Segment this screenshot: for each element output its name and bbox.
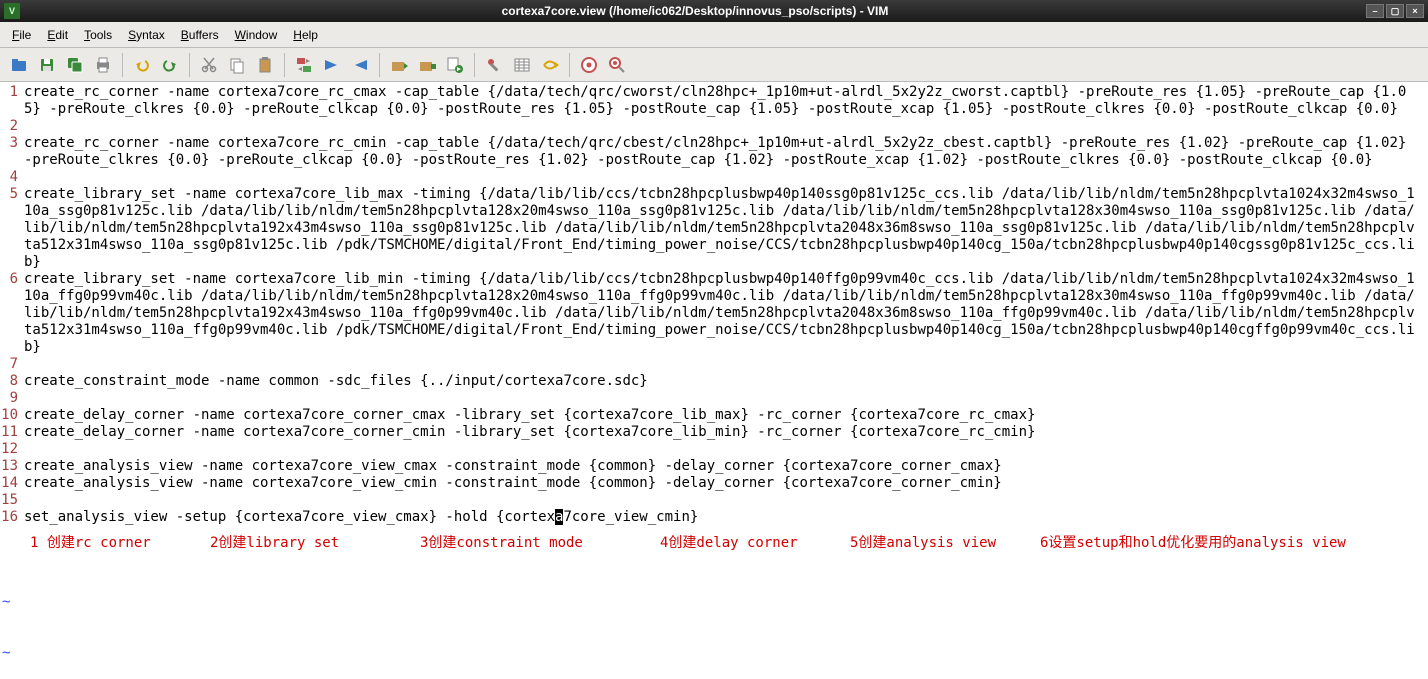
annotations-row: 1 创建rc corner 2创建library set 3创建constrai…: [0, 526, 1428, 558]
code-line[interactable]: 7: [0, 356, 1428, 373]
line-number: 14: [0, 475, 24, 492]
cut-icon[interactable]: [196, 52, 222, 78]
copy-icon[interactable]: [224, 52, 250, 78]
line-number: 15: [0, 492, 24, 509]
annotation-2: 2创建library set: [210, 532, 420, 552]
vim-app-icon: V: [4, 3, 20, 19]
code-text[interactable]: create_rc_corner -name cortexa7core_rc_c…: [24, 135, 1422, 169]
code-line[interactable]: 6create_library_set -name cortexa7core_l…: [0, 271, 1428, 356]
code-line[interactable]: 13create_analysis_view -name cortexa7cor…: [0, 458, 1428, 475]
findprev-icon[interactable]: [347, 52, 373, 78]
code-line[interactable]: 8create_constraint_mode -name common -sd…: [0, 373, 1428, 390]
toolbar-separator: [284, 53, 285, 77]
toolbar-separator: [569, 53, 570, 77]
window-titlebar: V cortexa7core.view (/home/ic062/Desktop…: [0, 0, 1428, 22]
line-number: 5: [0, 186, 24, 203]
code-line[interactable]: 15: [0, 492, 1428, 509]
tilde-marker: ~: [0, 645, 10, 661]
toolbar: [0, 48, 1428, 82]
code-line[interactable]: 1create_rc_corner -name cortexa7core_rc_…: [0, 84, 1428, 118]
menu-window[interactable]: Window: [229, 26, 284, 44]
line-number: 8: [0, 373, 24, 390]
annotation-3: 3创建constraint mode: [420, 532, 660, 552]
code-line[interactable]: 3create_rc_corner -name cortexa7core_rc_…: [0, 135, 1428, 169]
line-number: 13: [0, 458, 24, 475]
close-button[interactable]: ×: [1406, 4, 1424, 18]
editor-area[interactable]: 1create_rc_corner -name cortexa7core_rc_…: [0, 82, 1428, 526]
line-number: 3: [0, 135, 24, 152]
session-save-icon[interactable]: [414, 52, 440, 78]
code-line[interactable]: 5create_library_set -name cortexa7core_l…: [0, 186, 1428, 271]
annotation-6: 6设置setup和hold优化要用的analysis view: [1040, 532, 1346, 552]
findnext-icon[interactable]: [319, 52, 345, 78]
code-text[interactable]: set_analysis_view -setup {cortexa7core_v…: [24, 509, 1422, 526]
code-text[interactable]: create_library_set -name cortexa7core_li…: [24, 186, 1422, 271]
toolbar-separator: [474, 53, 475, 77]
menu-edit[interactable]: Edit: [41, 26, 74, 44]
code-line[interactable]: 16set_analysis_view -setup {cortexa7core…: [0, 509, 1428, 526]
line-number: 16: [0, 509, 24, 526]
menubar: File Edit Tools Syntax Buffers Window He…: [0, 22, 1428, 48]
menu-buffers[interactable]: Buffers: [175, 26, 225, 44]
line-number: 2: [0, 118, 24, 135]
findhelp-icon[interactable]: [604, 52, 630, 78]
menu-syntax[interactable]: Syntax: [122, 26, 171, 44]
run-script-icon[interactable]: [442, 52, 468, 78]
code-line[interactable]: 4: [0, 169, 1428, 186]
ctags-icon[interactable]: [537, 52, 563, 78]
code-line[interactable]: 9: [0, 390, 1428, 407]
toolbar-separator: [122, 53, 123, 77]
make-icon[interactable]: [481, 52, 507, 78]
code-text[interactable]: create_constraint_mode -name common -sdc…: [24, 373, 1422, 390]
print-icon[interactable]: [90, 52, 116, 78]
open-icon[interactable]: [6, 52, 32, 78]
undo-icon[interactable]: [129, 52, 155, 78]
maximize-button[interactable]: ▢: [1386, 4, 1404, 18]
line-number: 10: [0, 407, 24, 424]
text-cursor: a: [555, 509, 563, 525]
line-number: 9: [0, 390, 24, 407]
toolbar-separator: [379, 53, 380, 77]
code-line[interactable]: 12: [0, 441, 1428, 458]
redo-icon[interactable]: [157, 52, 183, 78]
annotation-4: 4创建delay corner: [660, 532, 850, 552]
code-text[interactable]: create_analysis_view -name cortexa7core_…: [24, 475, 1422, 492]
code-line[interactable]: 10create_delay_corner -name cortexa7core…: [0, 407, 1428, 424]
code-text[interactable]: create_delay_corner -name cortexa7core_c…: [24, 424, 1422, 441]
code-line[interactable]: 14create_analysis_view -name cortexa7cor…: [0, 475, 1428, 492]
window-title: cortexa7core.view (/home/ic062/Desktop/i…: [24, 4, 1366, 18]
code-text[interactable]: create_analysis_view -name cortexa7core_…: [24, 458, 1422, 475]
window-controls: – ▢ ×: [1366, 4, 1424, 18]
shell-icon[interactable]: [509, 52, 535, 78]
code-line[interactable]: 11create_delay_corner -name cortexa7core…: [0, 424, 1428, 441]
saveall-icon[interactable]: [62, 52, 88, 78]
minimize-button[interactable]: –: [1366, 4, 1384, 18]
annotation-5: 5创建analysis view: [850, 532, 1040, 552]
paste-icon[interactable]: [252, 52, 278, 78]
menu-tools[interactable]: Tools: [78, 26, 118, 44]
session-load-icon[interactable]: [386, 52, 412, 78]
line-number: 4: [0, 169, 24, 186]
replace-icon[interactable]: [291, 52, 317, 78]
annotation-1: 1 创建rc corner: [30, 532, 210, 552]
code-text[interactable]: create_rc_corner -name cortexa7core_rc_c…: [24, 84, 1422, 118]
line-number: 7: [0, 356, 24, 373]
line-number: 12: [0, 441, 24, 458]
menu-file[interactable]: File: [6, 26, 37, 44]
tilde-marker: ~: [0, 594, 10, 610]
code-text[interactable]: create_delay_corner -name cortexa7core_c…: [24, 407, 1422, 424]
save-icon[interactable]: [34, 52, 60, 78]
line-number: 1: [0, 84, 24, 101]
code-line[interactable]: 2: [0, 118, 1428, 135]
line-number: 11: [0, 424, 24, 441]
help-icon[interactable]: [576, 52, 602, 78]
toolbar-separator: [189, 53, 190, 77]
code-text[interactable]: create_library_set -name cortexa7core_li…: [24, 271, 1422, 356]
editor-tilde-area: ~ ~: [0, 558, 1428, 679]
line-number: 6: [0, 271, 24, 288]
menu-help[interactable]: Help: [287, 26, 324, 44]
